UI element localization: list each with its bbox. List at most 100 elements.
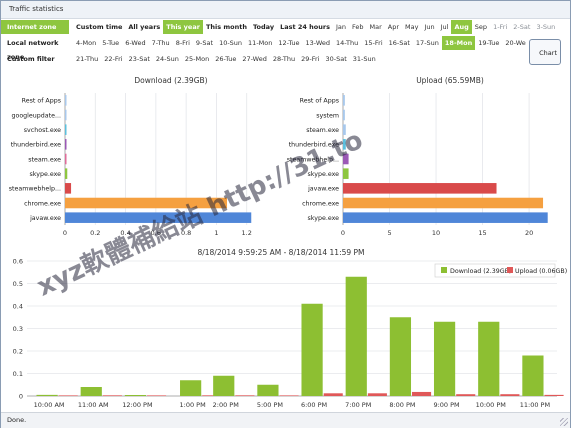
- filter-row-3: Custom filter 21-Thu 22-Fri 23-Sat 24-Sun 25…: [1, 51, 570, 67]
- filter-option-7-thu[interactable]: 7-Thu: [149, 36, 173, 50]
- x-tick-label: 2:00 PM: [213, 401, 239, 409]
- bar-steamwebhelp: [343, 153, 349, 165]
- category-label: thunderbird.exe: [289, 142, 339, 149]
- download-bar-12-00-pm: [124, 395, 147, 396]
- filter-option-this-year[interactable]: This year: [163, 20, 203, 34]
- filter-option-custom-time[interactable]: Custom time: [73, 20, 125, 34]
- filter-option-6-wed[interactable]: 6-Wed: [122, 36, 148, 50]
- download-bar-8-00-pm: [389, 317, 412, 396]
- filter-option-22-fri[interactable]: 22-Fri: [101, 52, 125, 66]
- download-bar-6-00-pm: [301, 303, 323, 396]
- filter-option-1-fri[interactable]: 1-Fri: [490, 20, 510, 34]
- filter-option-25-mon[interactable]: 25-Mon: [182, 52, 212, 66]
- download-bar-5-00-pm: [257, 384, 279, 396]
- filter-option-16-sat[interactable]: 16-Sat: [386, 36, 413, 50]
- download-bar-11-00-pm: [522, 355, 544, 396]
- filter-option-last-24-hours[interactable]: Last 24 hours: [277, 20, 333, 34]
- charts-area: Download (2.39GB) 0 0.2 0.4 0.6 0.8 1 1.2 javaw.…: [9, 76, 567, 409]
- bar-steam-exe: [343, 124, 346, 135]
- filter-option-jan[interactable]: Jan: [333, 20, 349, 34]
- status-text: Done.: [7, 416, 27, 424]
- bar-steamwebhelp: [65, 183, 72, 194]
- filter-option-mar[interactable]: Mar: [367, 20, 385, 34]
- download-bar-11-00-am: [80, 387, 102, 396]
- bar-chrome-exe: [65, 197, 228, 209]
- filter-option-21-thu[interactable]: 21-Thu: [73, 52, 101, 66]
- download-bar-10-00-am: [36, 394, 58, 396]
- filter-option-30-sat[interactable]: 30-Sat: [322, 52, 349, 66]
- filter-option-sep[interactable]: Sep: [472, 20, 490, 34]
- day-options-row-3: 21-Thu 22-Fri 23-Sat 24-Sun 25-Mon 26-Tue 27-W…: [73, 52, 379, 66]
- filter-option-10-sun[interactable]: 10-Sun: [216, 36, 245, 50]
- filter-option-13-wed[interactable]: 13-Wed: [303, 36, 334, 50]
- filter-option-14-thu[interactable]: 14-Thu: [333, 36, 361, 50]
- resize-grip[interactable]: [560, 418, 568, 426]
- upload-bar-10-00-pm: [500, 394, 520, 396]
- bar-skype-exe: [343, 212, 548, 223]
- filter-option-29-fri[interactable]: 29-Fri: [298, 52, 322, 66]
- y-tick-label: 0: [19, 392, 23, 400]
- filter-option-aug[interactable]: Aug: [451, 20, 472, 34]
- filter-option-31-sun[interactable]: 31-Sun: [350, 52, 379, 66]
- filter-option-28-thu[interactable]: 28-Thu: [270, 52, 298, 66]
- filter-option-feb[interactable]: Feb: [349, 20, 367, 34]
- tick-label: 0.8: [181, 229, 191, 237]
- filter-option-18-mon[interactable]: 18-Mon: [441, 36, 476, 50]
- category-label: skype.exe: [308, 215, 340, 222]
- upload-bar-12-00-pm: [147, 395, 167, 396]
- filter-option-11-mon[interactable]: 11-Mon: [245, 36, 275, 50]
- legend-swatch-upload: [507, 267, 513, 273]
- zone-custom-filter[interactable]: Custom filter: [1, 52, 69, 66]
- filter-option-27-wed[interactable]: 27-Wed: [239, 52, 270, 66]
- filter-option-4-mon[interactable]: 4-Mon: [73, 36, 99, 50]
- y-tick-label: 0.4: [13, 302, 23, 310]
- tick-label: 15: [478, 229, 486, 237]
- time-options-row-1: Custom time All years This year This month T…: [73, 20, 558, 34]
- filter-option-apr[interactable]: Apr: [385, 20, 402, 34]
- filter-option-all-years[interactable]: All years: [125, 20, 163, 34]
- filter-option-may[interactable]: May: [402, 20, 421, 34]
- x-tick-label: 6:00 PM: [301, 401, 327, 409]
- category-label: javaw.exe: [29, 215, 61, 222]
- x-tick-label: 8:00 PM: [389, 401, 415, 409]
- chart-title-download: Download (2.39GB): [134, 76, 207, 85]
- chart-button[interactable]: Chart: [529, 39, 561, 65]
- upload-bar-11-00-pm: [544, 394, 564, 396]
- y-tick-label: 0.1: [13, 370, 23, 378]
- tick-label: 0.2: [90, 229, 100, 237]
- filter-option-20-we[interactable]: 20-We: [502, 36, 528, 50]
- filter-option-today[interactable]: Today: [250, 20, 277, 34]
- bar-rest-of-apps: [343, 95, 345, 106]
- bar-steam-exe: [65, 153, 67, 165]
- legend-label-download: Download (2.39GB): [450, 268, 511, 275]
- bar-rest-of-apps: [65, 95, 67, 106]
- bar-javaw-exe: [343, 183, 497, 194]
- filter-option-jun[interactable]: Jun: [421, 20, 437, 34]
- status-bar: Done.: [1, 412, 570, 428]
- filter-option-26-tue[interactable]: 26-Tue: [212, 52, 239, 66]
- filter-option-3-sun[interactable]: 3-Sun: [533, 20, 558, 34]
- filter-option-15-fri[interactable]: 15-Fri: [361, 36, 385, 50]
- filter-row-2: Local network zone 4-Mon 5-Tue 6-Wed 7-Thu 8…: [1, 35, 570, 61]
- filter-option-5-tue[interactable]: 5-Tue: [99, 36, 122, 50]
- tick-label: 0.4: [120, 229, 130, 237]
- filter-option-this-month[interactable]: This month: [203, 20, 250, 34]
- filter-option-8-fri[interactable]: 8-Fri: [173, 36, 193, 50]
- filter-option-jul[interactable]: Jul: [438, 20, 452, 34]
- bar-svchost-exe: [65, 124, 67, 135]
- zone-local-network[interactable]: Local network zone: [1, 36, 69, 61]
- filter-option-19-tue[interactable]: 19-Tue: [475, 36, 502, 50]
- upload-bar-5-00-pm: [279, 395, 299, 396]
- download-bar-2-00-pm: [213, 375, 235, 396]
- filter-option-23-sat[interactable]: 23-Sat: [126, 52, 153, 66]
- filter-option-12-tue[interactable]: 12-Tue: [275, 36, 302, 50]
- filter-row-1: Internet zone Custom time All years This y…: [1, 19, 570, 35]
- bar-chrome-exe: [343, 197, 544, 209]
- zone-internet[interactable]: Internet zone: [1, 20, 69, 34]
- filter-option-2-sat[interactable]: 2-Sat: [510, 20, 533, 34]
- download-bar-9-00-pm: [433, 321, 456, 396]
- filter-option-9-sat[interactable]: 9-Sat: [193, 36, 216, 50]
- filter-option-24-sun[interactable]: 24-Sun: [153, 52, 182, 66]
- category-label: Rest of Apps: [300, 98, 339, 105]
- filter-option-17-sun[interactable]: 17-Sun: [413, 36, 442, 50]
